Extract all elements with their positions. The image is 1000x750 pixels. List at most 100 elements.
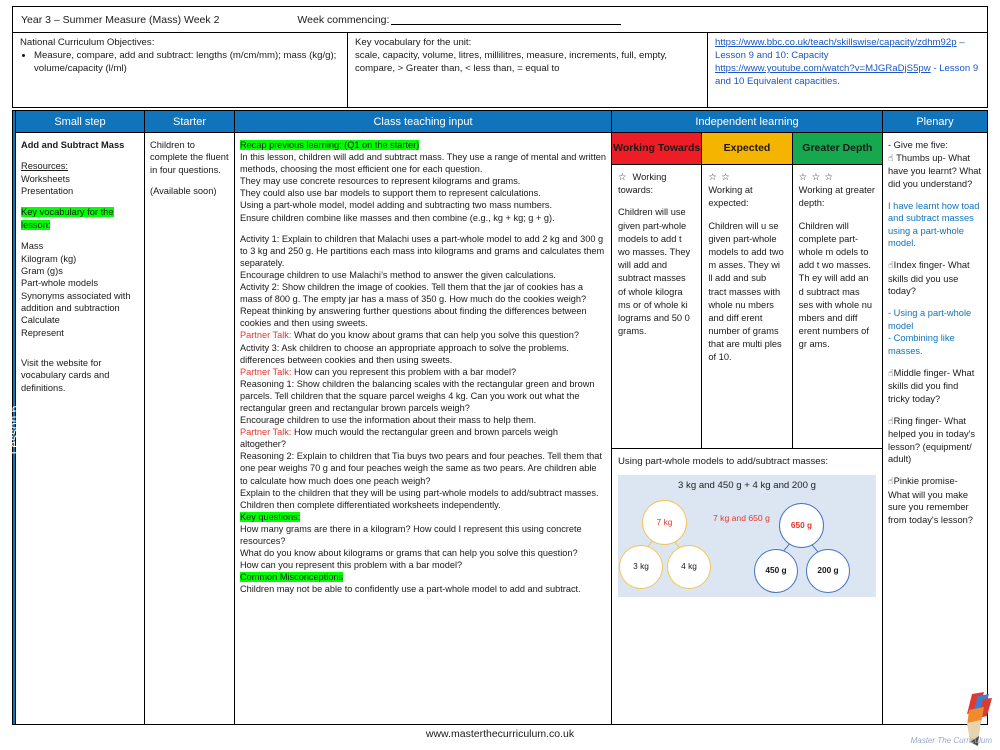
starter-note: (Available soon) <box>150 186 217 197</box>
node-left-whole: 7 kg <box>642 499 687 545</box>
resources-label: Resources: <box>21 161 69 172</box>
plenary-intro: - Give me five: <box>888 140 948 150</box>
vocab-item: Kilogram (kg) <box>21 253 77 264</box>
level-subtitle: Working at expected: <box>708 185 753 209</box>
header: Year 3 – Summer Measure (Mass) Week 2 We… <box>12 6 988 108</box>
col-header-plenary: Plenary <box>916 115 954 128</box>
activity-2-follow: Repeat thinking by answering further que… <box>240 306 587 329</box>
footer-website[interactable]: www.masterthecurriculum.co.uk <box>0 728 1000 740</box>
vocab-item: Gram (g)s <box>21 265 63 276</box>
youtube-link[interactable]: https://www.youtube.com/watch?v=MJGRaDjS… <box>715 63 931 74</box>
level-description: Children will u se given part-whole mode… <box>708 220 784 363</box>
activity-3: Activity 3: Ask children to choose an ap… <box>240 342 569 365</box>
class-intro-line: Using a part-whole model, model adding a… <box>240 200 553 211</box>
level-body-greater-depth: ☆ ☆ ☆ Working at greater depth: Children… <box>793 165 882 357</box>
small-step-title: Add and Subtract Mass <box>21 140 125 150</box>
key-question: What do you know about kilograms or gram… <box>240 548 578 559</box>
table-header-row: Small step Starter Class teaching input … <box>16 111 987 133</box>
nc-item: Measure, compare, add and subtract: leng… <box>34 50 340 76</box>
vocab-item: Synonyms associated with addition and su… <box>21 290 131 313</box>
resource-item: Presentation <box>21 186 74 197</box>
cell-small-step: Add and Subtract Mass Resources: Workshe… <box>16 133 145 724</box>
vocab-item: Part-whole models <box>21 278 98 289</box>
node-right-whole: 650 g <box>779 502 824 548</box>
level-description: Children will complete part-whole m odel… <box>798 220 873 350</box>
lesson-key-vocab-heading: Key vocabulary for the lesson: <box>21 207 114 230</box>
level-subtitle: Working at greater depth: <box>798 185 875 209</box>
key-vocab-unit-label: Key vocabulary for the unit: <box>355 37 472 48</box>
part-whole-caption: Using part-whole models to add/subtract … <box>618 456 829 467</box>
vocab-item: Calculate <box>21 315 60 326</box>
class-intro-line: They could also use bar models to suppor… <box>240 188 541 199</box>
partner-talk-1: What do you know about grams that can he… <box>291 330 579 341</box>
partner-talk-label: Partner Talk: <box>240 330 292 341</box>
independent-levels: Working Towards ☆ Working towards: Child… <box>612 133 882 448</box>
level-header-working-towards: Working Towards <box>612 133 702 165</box>
hand-thumbs-up-icon: ☝ <box>888 152 894 164</box>
plenary-answer-2: - Using a part-whole model - Combining l… <box>888 308 972 356</box>
activity-2: Activity 2: Show children the image of c… <box>240 282 587 305</box>
star-rating-icon: ☆ <box>618 172 628 182</box>
lesson-plan-page: Year 3 – Summer Measure (Mass) Week 2 We… <box>0 0 1000 750</box>
week-commencing-label: Week commencing: <box>297 13 390 26</box>
resource-item: Worksheets <box>21 173 70 184</box>
nc-list: Measure, compare, add and subtract: leng… <box>20 50 340 76</box>
reasoning-2: Reasoning 2: Explain to children that Ti… <box>240 451 602 486</box>
reasoning-1: Reasoning 1: Show children the balancing… <box>240 378 595 413</box>
col-header-independent-learning: Independent learning <box>612 111 883 132</box>
col-header-class-teaching: Class teaching input <box>235 111 612 132</box>
level-expected: Expected ☆ ☆ Working at expected: Childr… <box>702 133 793 448</box>
plenary-prompt-3: Middle finger- What skills did you find … <box>888 367 975 404</box>
vocab-item: Mass <box>21 241 44 252</box>
lesson-spine: Lesson 6 <box>7 111 21 724</box>
cell-independent-learning: Working Towards ☆ Working towards: Child… <box>612 133 883 724</box>
header-detail-row: National Curriculum Objectives: Measure,… <box>12 32 988 108</box>
nc-label: National Curriculum Objectives: <box>20 37 155 48</box>
level-body-working-towards: ☆ Working towards: Children will use giv… <box>612 165 701 344</box>
key-question: How many grams are there in a kilogram? … <box>240 523 582 546</box>
misconceptions-text: Children may not be able to confidently … <box>240 584 581 595</box>
table-body-row: Add and Subtract Mass Resources: Workshe… <box>16 133 987 724</box>
cell-plenary: - Give me five: ☝ Thumbs up- What have y… <box>883 133 987 724</box>
node-left-part-2: 4 kg <box>667 544 711 589</box>
logo-caption: Master The Curriculum <box>910 736 992 745</box>
class-explain: Explain to the children that they will b… <box>240 487 599 498</box>
col-header-starter: Starter <box>145 111 235 132</box>
activity-1-follow: Encourage children to use Malachi’s meth… <box>240 269 556 280</box>
level-greater-depth: Greater Depth ☆ ☆ ☆ Working at greater d… <box>792 133 882 448</box>
small-step-footer-note: Visit the website for vocabulary cards a… <box>21 358 110 393</box>
class-independent-note: Children then complete differentiated wo… <box>240 499 501 510</box>
node-right-part-2: 200 g <box>806 548 850 593</box>
bbc-skillswise-link[interactable]: https://www.bbc.co.uk/teach/skillswise/c… <box>715 37 957 48</box>
starter-line: Children to complete the fluent in four … <box>150 140 229 175</box>
national-curriculum-cell: National Curriculum Objectives: Measure,… <box>13 33 348 107</box>
cell-starter: Children to complete the fluent in four … <box>145 133 235 724</box>
cell-class-teaching: Recap previous learning: (Q1 on the star… <box>235 133 612 724</box>
activity-1: Activity 1: Explain to children that Mal… <box>240 233 605 268</box>
misconceptions-heading: Common Misconceptions <box>240 572 344 583</box>
class-intro-line: They may use concrete resources to repre… <box>240 176 521 187</box>
key-questions-heading: Key questions: <box>240 511 301 522</box>
week-commencing-blank-line[interactable] <box>391 15 622 25</box>
level-working-towards: Working Towards ☆ Working towards: Child… <box>612 133 703 448</box>
star-rating-icon: ☆ ☆ <box>708 172 731 182</box>
plenary-prompt-1: Thumbs up- What have you learnt? What di… <box>888 152 982 189</box>
key-vocab-unit-text: scale, capacity, volume, litres, millili… <box>355 49 668 74</box>
link-row-2: https://www.youtube.com/watch?v=MJGRaDjS… <box>715 63 980 89</box>
star-rating-icon: ☆ ☆ ☆ <box>798 172 834 182</box>
links-cell: https://www.bbc.co.uk/teach/skillswise/c… <box>708 33 987 107</box>
page-title: Year 3 – Summer Measure (Mass) Week 2 <box>21 13 220 26</box>
plenary-prompt-2: Index finger- What skills did you use to… <box>888 260 970 297</box>
class-intro-line: Ensure children combine like masses and … <box>240 212 555 223</box>
part-whole-diagram: 3 kg and 450 g + 4 kg and 200 g 7 kg and… <box>618 474 876 597</box>
node-right-part-1: 450 g <box>754 548 798 593</box>
level-description: Children will use given part-whole model… <box>618 207 691 337</box>
level-header-expected: Expected <box>702 133 792 165</box>
class-intro-line: In this lesson, children will add and su… <box>240 152 606 175</box>
plenary-prompt-5: Pinkie promise- What will you make sure … <box>888 476 973 526</box>
plenary-answer-1: I have learnt how toad and subtract mass… <box>888 200 980 249</box>
header-title-row: Year 3 – Summer Measure (Mass) Week 2 We… <box>12 6 988 32</box>
plenary-prompt-4: Ring finger- What helped you in today's … <box>888 415 976 465</box>
link-row-1: https://www.bbc.co.uk/teach/skillswise/c… <box>715 37 980 63</box>
node-left-part-1: 3 kg <box>619 544 663 589</box>
